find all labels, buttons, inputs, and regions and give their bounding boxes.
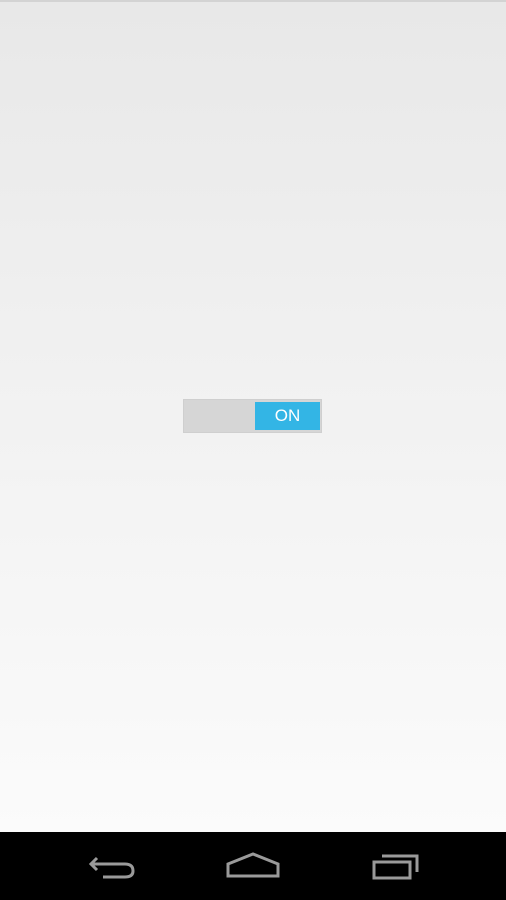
back-icon	[88, 856, 135, 879]
toggle-thumb: ON	[255, 402, 320, 430]
recent-apps-icon	[372, 854, 419, 880]
app-content: ON	[0, 0, 506, 832]
recent-apps-button[interactable]	[340, 832, 450, 900]
top-edge-divider	[0, 0, 506, 2]
navigation-bar	[0, 832, 506, 900]
on-off-toggle-switch[interactable]: ON	[183, 399, 322, 433]
home-button[interactable]	[198, 832, 308, 900]
toggle-state-label: ON	[274, 406, 301, 425]
screen: ON	[0, 0, 506, 900]
home-icon	[226, 852, 280, 878]
back-button[interactable]	[58, 832, 168, 900]
